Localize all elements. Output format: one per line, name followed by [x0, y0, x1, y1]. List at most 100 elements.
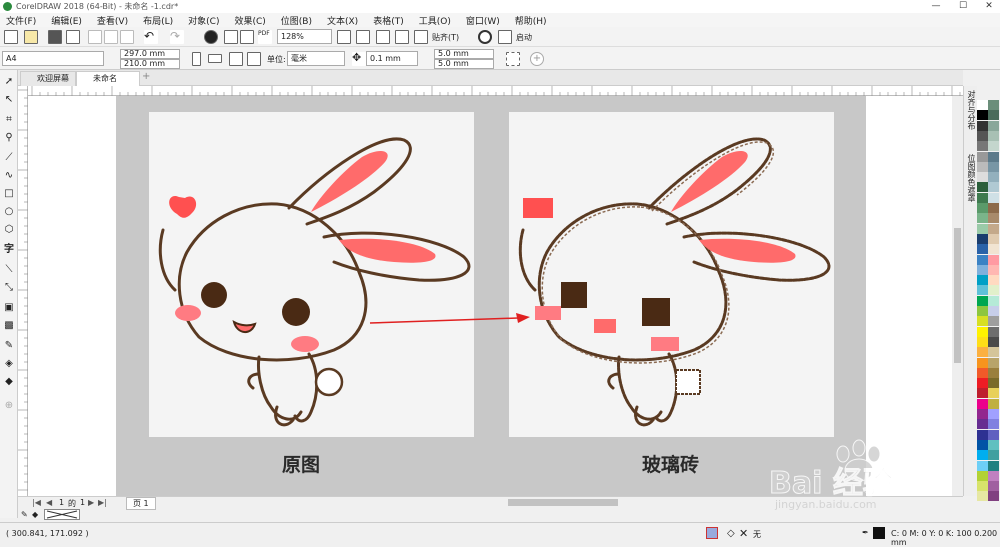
color-swatch[interactable]	[977, 141, 988, 152]
color-swatch[interactable]	[988, 316, 999, 327]
current-page-icon[interactable]	[247, 52, 261, 66]
color-swatch[interactable]	[988, 151, 999, 162]
color-swatch[interactable]	[988, 470, 999, 481]
zoom-tool-icon[interactable]: ⚲	[3, 132, 15, 144]
color-swatch[interactable]	[977, 100, 988, 110]
launch-dropdown[interactable]: 启动	[516, 32, 532, 43]
pick-tool-icon[interactable]: ➚	[3, 76, 15, 88]
color-swatch[interactable]	[988, 378, 999, 389]
color-swatch[interactable]	[977, 233, 988, 244]
snap-to-dropdown[interactable]: 贴齐(T)	[432, 32, 459, 43]
page-height-field[interactable]: 210.0 mm	[120, 59, 180, 69]
color-swatch[interactable]	[977, 130, 988, 141]
close-button[interactable]: ✕	[978, 0, 1000, 13]
color-swatch[interactable]	[988, 223, 999, 234]
color-swatch[interactable]	[988, 429, 999, 440]
color-swatch[interactable]	[977, 367, 988, 378]
horizontal-scrollbar-thumb[interactable]	[508, 499, 618, 506]
docker-tab-align-distribute[interactable]: 对齐与分布	[966, 90, 977, 130]
eyedropper-icon[interactable]: ✎	[21, 510, 28, 519]
color-swatch[interactable]	[988, 244, 999, 255]
color-swatch[interactable]	[988, 285, 999, 296]
color-swatch[interactable]	[988, 419, 999, 430]
landscape-icon[interactable]	[208, 54, 222, 63]
text-tool-icon[interactable]: 字	[3, 244, 15, 256]
original-image[interactable]	[149, 112, 474, 437]
color-swatch[interactable]	[977, 326, 988, 337]
next-page-icon[interactable]: ▶	[88, 498, 94, 507]
full-screen-icon[interactable]	[356, 30, 370, 44]
color-swatch[interactable]	[977, 306, 988, 316]
menu-view[interactable]: 查看(V)	[97, 14, 128, 27]
copy-icon[interactable]	[104, 30, 118, 44]
color-swatch[interactable]	[977, 378, 988, 389]
import-icon[interactable]	[224, 30, 238, 44]
color-swatch[interactable]	[988, 336, 999, 347]
color-swatch[interactable]	[977, 275, 988, 286]
prev-page-icon[interactable]: ◀	[46, 498, 52, 507]
freehand-tool-icon[interactable]: ⟋	[3, 152, 15, 164]
color-swatch[interactable]	[988, 213, 999, 224]
nudge-distance-field[interactable]: 0.1 mm	[366, 51, 418, 66]
color-swatch[interactable]	[977, 419, 988, 430]
print-icon[interactable]	[66, 30, 80, 44]
color-swatch[interactable]	[977, 481, 988, 492]
color-swatch[interactable]	[988, 161, 999, 172]
snap-icon[interactable]	[414, 30, 428, 44]
color-swatch[interactable]	[988, 110, 999, 121]
color-swatch[interactable]	[977, 254, 988, 265]
color-swatch[interactable]	[977, 285, 988, 296]
rectangle-tool-icon[interactable]: □	[3, 188, 15, 200]
color-swatch[interactable]	[977, 429, 988, 440]
docker-tab-bitmap-color-mask[interactable]: 位图颜色遮罩	[966, 154, 977, 202]
glass-block-image[interactable]	[509, 112, 834, 437]
minimize-button[interactable]: —	[925, 0, 947, 13]
first-page-icon[interactable]: |◀	[32, 498, 41, 507]
fill-bucket-icon[interactable]: ◆	[32, 510, 38, 519]
color-swatch[interactable]	[988, 481, 999, 492]
search-content-icon[interactable]	[204, 30, 218, 44]
color-swatch[interactable]	[988, 120, 999, 131]
transparency-tool-icon[interactable]: ▩	[3, 320, 15, 332]
menu-bitmaps[interactable]: 位图(B)	[281, 14, 312, 27]
shape-tool-icon[interactable]: ↖	[3, 94, 15, 106]
color-swatch[interactable]	[977, 161, 988, 172]
color-swatch[interactable]	[977, 264, 988, 275]
page-border-icon[interactable]	[506, 52, 520, 66]
tab-welcome-screen[interactable]: 欢迎屏幕	[20, 71, 76, 86]
outline-color-swatch[interactable]	[873, 527, 885, 539]
units-select[interactable]: 毫米	[287, 51, 345, 66]
save-icon[interactable]	[48, 30, 62, 44]
page-size-select[interactable]: A4	[2, 51, 104, 66]
options-gear-icon[interactable]	[478, 30, 492, 44]
color-swatch[interactable]	[977, 316, 988, 327]
add-tool-icon[interactable]: ⊕	[3, 400, 15, 412]
parallel-dimension-icon[interactable]: ⟍	[3, 264, 15, 276]
color-swatch[interactable]	[977, 203, 988, 213]
color-swatch[interactable]	[977, 388, 988, 399]
menu-object[interactable]: 对象(C)	[188, 14, 219, 27]
all-pages-icon[interactable]	[229, 52, 243, 66]
duplicate-x-field[interactable]: 5.0 mm	[434, 49, 494, 59]
page-width-field[interactable]: 297.0 mm	[120, 49, 180, 59]
artistic-media-icon[interactable]: ∿	[3, 170, 15, 182]
menu-edit[interactable]: 编辑(E)	[51, 14, 82, 27]
color-swatch[interactable]	[988, 460, 999, 471]
zoom-level-select[interactable]: 128%	[277, 29, 332, 44]
color-swatch[interactable]	[988, 141, 999, 152]
color-swatch[interactable]	[988, 357, 999, 368]
color-swatch[interactable]	[988, 450, 999, 461]
color-swatch[interactable]	[988, 275, 999, 286]
export-icon[interactable]	[240, 30, 254, 44]
page-tab[interactable]: 页 1	[126, 497, 156, 510]
new-document-icon[interactable]	[4, 30, 18, 44]
menu-table[interactable]: 表格(T)	[373, 14, 404, 27]
drop-shadow-icon[interactable]: ▣	[3, 302, 15, 314]
color-swatch[interactable]	[977, 470, 988, 481]
menu-window[interactable]: 窗口(W)	[466, 14, 500, 27]
color-swatch[interactable]	[977, 460, 988, 471]
new-tab-icon[interactable]: +	[142, 72, 152, 82]
color-swatch[interactable]	[977, 491, 988, 502]
color-swatch[interactable]	[977, 398, 988, 409]
portrait-icon[interactable]	[192, 52, 201, 66]
